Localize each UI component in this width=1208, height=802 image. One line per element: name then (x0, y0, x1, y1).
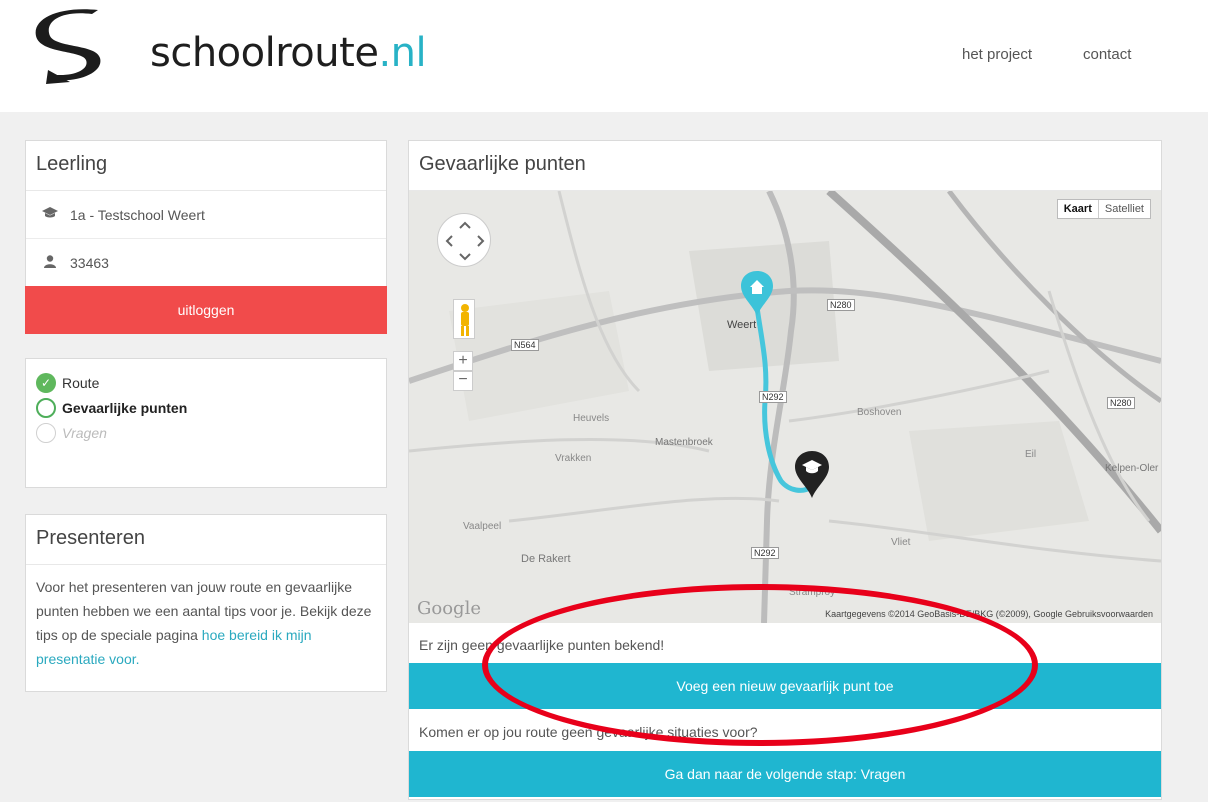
pan-arrows-icon (445, 221, 485, 261)
step-gevaarlijke-punten[interactable]: Gevaarlijke punten (36, 396, 376, 420)
zoom-out-button[interactable]: − (453, 371, 473, 391)
map-type-kaart[interactable]: Kaart (1058, 200, 1099, 218)
map-type-toggle: Kaart Satelliet (1056, 199, 1151, 219)
step-route[interactable]: ✓ Route (36, 371, 376, 395)
user-icon (40, 254, 60, 271)
student-card: Leerling 1a - Testschool Weert 33463 uit… (25, 140, 387, 334)
circle-outline-icon (36, 423, 56, 443)
graduation-cap-icon (40, 207, 60, 222)
circle-icon (36, 398, 56, 418)
presentation-text: Voor het presenteren van jouw route en g… (26, 565, 386, 681)
street-view-pegman-icon[interactable] (453, 299, 475, 339)
progress-steps: ✓ Route Gevaarlijke punten Vragen (25, 358, 387, 488)
map-label-boshoven: Boshoven (857, 407, 902, 418)
home-marker-icon[interactable] (739, 269, 775, 317)
add-hazard-button[interactable]: Voeg een nieuw gevaarlijk punt toe (409, 663, 1161, 709)
route-map[interactable]: Weert Mastenbroek Heuvels Vrakken De Rak… (409, 191, 1161, 623)
step-vragen-label: Vragen (62, 425, 107, 441)
map-type-satelliet[interactable]: Satelliet (1099, 200, 1150, 218)
map-label-weert: Weert (727, 319, 757, 331)
brand-name[interactable]: schoolroute.nl (150, 30, 427, 76)
check-icon: ✓ (36, 373, 56, 393)
step-gevaarlijke-punten-label: Gevaarlijke punten (62, 400, 188, 416)
road-badge-n292-south: N292 (751, 547, 779, 559)
no-hazards-message: Er zijn geen gevaarlijke punten bekend! (419, 637, 665, 653)
map-label-eil: Eil (1025, 449, 1037, 460)
step-route-label: Route (62, 375, 100, 391)
map-label-mastenbroek: Mastenbroek (655, 437, 713, 448)
hazard-points-panel: Gevaarlijke punten Weert Mastenbroek Heu… (408, 140, 1162, 800)
student-card-title: Leerling (26, 141, 386, 191)
map-label-vaalpeel: Vaalpeel (463, 521, 502, 532)
map-pan-control[interactable] (437, 213, 491, 267)
map-label-stramproy: Stramproy (789, 587, 836, 598)
google-logo: Google (417, 598, 481, 619)
site-header: schoolroute.nl het project contact (0, 0, 1208, 112)
nav-contact-link[interactable]: contact (1083, 46, 1131, 63)
map-label-vrakken: Vrakken (555, 453, 592, 464)
road-badge-n564: N564 (511, 339, 539, 351)
map-label-de-rakert: De Rakert (521, 553, 571, 565)
next-step-button[interactable]: Ga dan naar de volgende stap: Vragen (409, 751, 1161, 797)
student-id: 33463 (70, 254, 109, 271)
presentation-card-title: Presenteren (26, 515, 386, 565)
map-attribution[interactable]: Kaartgegevens ©2014 GeoBasis-DE/BKG (©20… (825, 609, 1153, 619)
road-badge-n292-north: N292 (759, 391, 787, 403)
student-id-row: 33463 (26, 239, 386, 287)
map-label-kelpen-oler: Kelpen-Oler (1105, 463, 1159, 474)
logout-button[interactable]: uitloggen (25, 286, 387, 334)
school-marker-icon[interactable] (793, 449, 831, 499)
school-row: 1a - Testschool Weert (26, 191, 386, 239)
logo-icon[interactable] (30, 8, 130, 88)
map-label-vliet: Vliet (891, 537, 911, 548)
presentation-card: Presenteren Voor het presenteren van jou… (25, 514, 387, 692)
road-badge-n280: N280 (827, 299, 855, 311)
step-vragen: Vragen (36, 421, 376, 445)
no-hazards-question: Komen er op jou route geen gevaarlijke s… (419, 724, 758, 740)
nav-project-link[interactable]: het project (962, 46, 1032, 63)
zoom-in-button[interactable]: + (453, 351, 473, 371)
school-name: 1a - Testschool Weert (70, 206, 205, 223)
hazard-points-title: Gevaarlijke punten (409, 141, 1161, 191)
road-badge-n280-east: N280 (1107, 397, 1135, 409)
map-label-heuvels: Heuvels (573, 413, 610, 424)
